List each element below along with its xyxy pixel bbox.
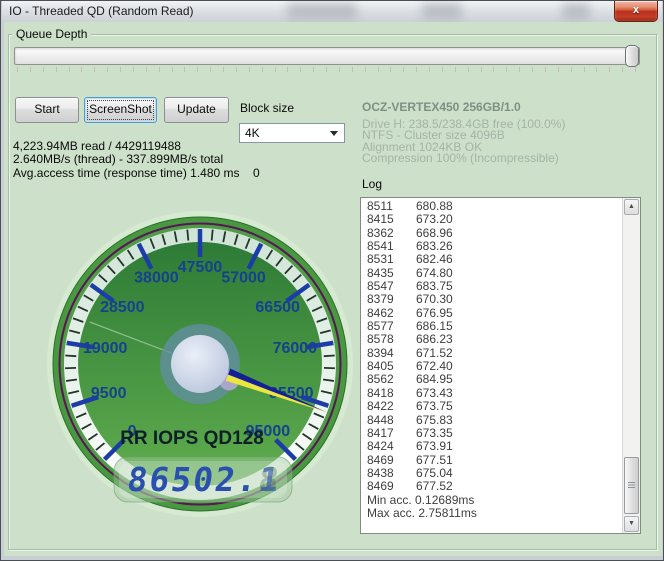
close-button[interactable]: x xyxy=(614,1,658,22)
queue-depth-slider-thumb[interactable] xyxy=(625,45,639,67)
stat-throughput: 2.640MB/s (thread) - 337.899MB/s total xyxy=(13,152,224,166)
svg-text:66500: 66500 xyxy=(255,299,300,316)
log-row[interactable]: 8577 686.15 xyxy=(361,319,622,333)
svg-text:76000: 76000 xyxy=(273,340,318,357)
stat-counter: 0 xyxy=(253,166,260,180)
log-rows: 8511 680.88 8415 673.20 8362 668.96 8541 683.26… xyxy=(361,199,622,520)
log-row[interactable]: 8435 674.80 xyxy=(361,266,622,280)
log-row[interactable]: 8578 686.23 xyxy=(361,333,622,347)
scroll-down-icon[interactable]: ▼ xyxy=(624,516,639,532)
log-scrollbar[interactable]: ▲ ▼ xyxy=(622,198,640,533)
app-window: IO - Threaded QD (Random Read) x Queue D… xyxy=(0,0,664,561)
log-row[interactable]: 8448 675.83 xyxy=(361,413,622,427)
queue-depth-slider-track[interactable] xyxy=(14,47,640,65)
block-size-value: 4K xyxy=(245,126,260,140)
svg-text:RR IOPS QD128: RR IOPS QD128 xyxy=(120,428,264,449)
log-listbox[interactable]: 8511 680.88 8415 673.20 8362 668.96 8541 683.26… xyxy=(360,197,641,534)
log-row[interactable]: 8541 683.26 xyxy=(361,239,622,253)
drive-details: Drive H: 238.5/238.4GB free (100.0%) NTF… xyxy=(362,118,565,165)
log-row[interactable]: 8422 673.75 xyxy=(361,399,622,413)
chevron-down-icon xyxy=(330,131,338,136)
log-row[interactable]: 8362 668.96 xyxy=(361,226,622,240)
scrollbar-thumb[interactable] xyxy=(624,457,639,514)
log-row[interactable]: 8415 673.20 xyxy=(361,212,622,226)
drive-model-label: OCZ-VERTEX450 256GB/1.0 xyxy=(362,100,521,114)
queue-depth-label: Queue Depth xyxy=(12,27,92,41)
start-button[interactable]: Start xyxy=(15,97,79,123)
svg-text:19000: 19000 xyxy=(83,340,128,357)
log-row[interactable]: 8562 684.95 xyxy=(361,373,622,387)
scroll-up-icon[interactable]: ▲ xyxy=(624,199,639,215)
log-row[interactable]: 8469 677.52 xyxy=(361,479,622,493)
log-row[interactable]: 8469 677.51 xyxy=(361,453,622,467)
client-area: Queue Depth Start ScreenShot Update Bloc… xyxy=(4,22,662,556)
block-size-dropdown[interactable]: 4K xyxy=(239,123,345,143)
window-title: IO - Threaded QD (Random Read) xyxy=(9,4,194,18)
titlebar-glass-smudge xyxy=(287,3,357,19)
iops-gauge: 0 9500 19000 28500 38000 47500 57000 66500 76000… xyxy=(40,204,360,524)
log-row[interactable]: 8531 682.46 xyxy=(361,253,622,267)
close-icon: x xyxy=(632,4,640,16)
log-label: Log xyxy=(362,177,383,191)
iops-gauge-svg: 0950019000285003800047500570006650076000… xyxy=(47,211,353,517)
focus-rectangle xyxy=(87,100,154,120)
log-row[interactable]: 8394 671.52 xyxy=(361,346,622,360)
log-row[interactable]: 8511 680.88 xyxy=(361,199,622,213)
titlebar-glass-smudge xyxy=(562,3,590,19)
titlebar-glass-smudge xyxy=(422,3,462,19)
svg-text:86502.1: 86502.1 xyxy=(125,460,284,499)
scrollbar-grip xyxy=(628,482,635,488)
log-row[interactable]: 8379 670.30 xyxy=(361,293,622,307)
stat-access-time: Avg.access time (response time) 1.480 ms xyxy=(13,166,240,180)
queue-depth-slider-ticks xyxy=(17,67,638,73)
log-row[interactable]: 8462 676.95 xyxy=(361,306,622,320)
screenshot-button[interactable]: ScreenShot xyxy=(84,97,157,123)
svg-text:47500: 47500 xyxy=(178,259,223,276)
update-button[interactable]: Update xyxy=(164,97,229,123)
stat-read-total: 4,223.94MB read / 4429119488 xyxy=(13,139,181,153)
log-row[interactable]: 8438 675.04 xyxy=(361,466,622,480)
svg-text:9500: 9500 xyxy=(91,385,127,402)
log-footer-row[interactable]: Max acc. 2.75811ms xyxy=(361,506,622,520)
log-row[interactable]: 8547 683.75 xyxy=(361,279,622,293)
log-row[interactable]: 8417 673.35 xyxy=(361,426,622,440)
log-row[interactable]: 8418 673.43 xyxy=(361,386,622,400)
window-titlebar[interactable]: IO - Threaded QD (Random Read) xyxy=(2,1,662,22)
svg-text:28500: 28500 xyxy=(100,299,145,316)
log-row[interactable]: 8424 673.91 xyxy=(361,439,622,453)
svg-text:38000: 38000 xyxy=(134,270,179,287)
log-row[interactable]: 8405 672.40 xyxy=(361,359,622,373)
drive-detail-line: Compression 100% (Incompressible) xyxy=(362,150,559,165)
log-footer-row[interactable]: Min acc. 0.12689ms xyxy=(361,493,622,507)
block-size-label: Block size xyxy=(240,101,295,115)
svg-text:57000: 57000 xyxy=(221,270,266,287)
